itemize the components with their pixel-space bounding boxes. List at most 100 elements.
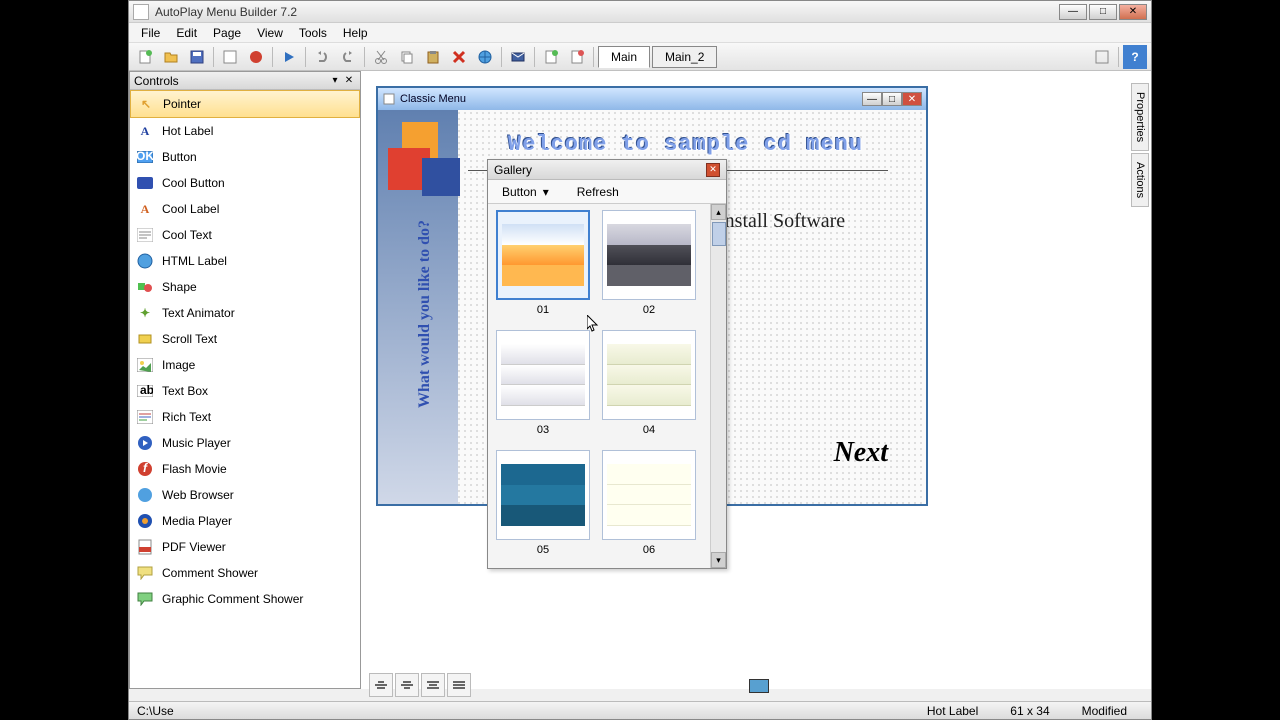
gallery-thumb-02[interactable] [602,210,696,300]
control-comment-shower[interactable]: Comment Shower [130,560,360,586]
gallery-thumb-06[interactable] [602,450,696,540]
control-music-player[interactable]: Music Player [130,430,360,456]
scroll-up-icon[interactable]: ▴ [711,204,726,220]
minimize-button[interactable]: — [1059,4,1087,20]
control-scroll-text[interactable]: Scroll Text [130,326,360,352]
tab-main2[interactable]: Main_2 [652,46,717,68]
install-label[interactable]: Install Software [718,210,845,233]
toolbar: Main Main_2 ? [129,43,1151,71]
canvas-area: Classic Menu — □ ✕ Welcome to sample cd … [361,71,1151,689]
email-button[interactable] [506,45,530,69]
gallery-close-icon[interactable]: ✕ [706,163,720,177]
design-maximize[interactable]: □ [882,92,902,106]
welcome-label[interactable]: Welcome to sample cd menu [508,132,863,157]
control-cool-label[interactable]: ACool Label [130,196,360,222]
controls-panel-title: Controls [134,74,179,88]
gallery-thumb-05[interactable] [496,450,590,540]
monitor-icon[interactable] [749,679,769,693]
design-close[interactable]: ✕ [902,92,922,106]
tab-properties[interactable]: Properties [1131,83,1149,151]
control-button[interactable]: OKButton [130,144,360,170]
control-cool-button[interactable]: Cool Button [130,170,360,196]
gallery-toolbar: Button ▾ Refresh [488,180,726,204]
redo-button[interactable] [336,45,360,69]
help-button[interactable]: ? [1123,45,1147,69]
copy-button[interactable] [395,45,419,69]
align-center-button[interactable] [395,673,419,697]
pin-icon[interactable]: ▾ [328,74,342,88]
gallery-title: Gallery [494,163,706,177]
gallery-thumb-03[interactable] [496,330,590,420]
control-flash-movie[interactable]: fFlash Movie [130,456,360,482]
design-title: Classic Menu [400,93,862,105]
menu-edit[interactable]: Edit [168,24,205,42]
menu-file[interactable]: File [133,24,168,42]
status-state: Modified [1082,704,1127,718]
undo-button[interactable] [310,45,334,69]
menu-view[interactable]: View [249,24,291,42]
control-media-player[interactable]: Media Player [130,508,360,534]
gallery-dropdown[interactable]: Button ▾ [496,183,555,201]
scroll-down-icon[interactable]: ▾ [711,552,726,568]
globe-button[interactable] [473,45,497,69]
scroll-thumb[interactable] [712,222,726,246]
control-pointer[interactable]: ↖Pointer [130,90,360,118]
control-html-label[interactable]: HTML Label [130,248,360,274]
align-right-button[interactable] [421,673,445,697]
svg-text:ab: ab [140,385,153,397]
control-web-browser[interactable]: Web Browser [130,482,360,508]
maximize-button[interactable]: □ [1089,4,1117,20]
svg-text:OK: OK [137,151,153,163]
paste-button[interactable] [421,45,445,69]
new-button[interactable] [133,45,157,69]
tab-actions[interactable]: Actions [1131,153,1149,207]
statusbar: C:\Use Hot Label 61 x 34 Modified [129,701,1151,719]
gallery-thumb-01[interactable] [496,210,590,300]
delete-button[interactable] [447,45,471,69]
gallery-header[interactable]: Gallery ✕ [488,160,726,180]
remove-page-button[interactable] [565,45,589,69]
add-page-button[interactable] [539,45,563,69]
control-text-animator[interactable]: ✦Text Animator [130,300,360,326]
gallery-scrollbar[interactable]: ▴ ▾ [710,204,726,568]
control-cool-text[interactable]: Cool Text [130,222,360,248]
chevron-down-icon: ▾ [543,185,549,199]
open-button[interactable] [159,45,183,69]
gallery-body: 01 02 03 04 05 06 ▴ ▾ [488,204,726,568]
control-image[interactable]: Image [130,352,360,378]
next-label[interactable]: Next [834,437,888,469]
control-hot-label[interactable]: AHot Label [130,118,360,144]
align-justify-button[interactable] [447,673,471,697]
app-title: AutoPlay Menu Builder 7.2 [155,5,1059,19]
gallery-thumb-04[interactable] [602,330,696,420]
menubar: File Edit Page View Tools Help [129,23,1151,43]
cut-button[interactable] [369,45,393,69]
status-element: Hot Label [927,704,978,718]
control-graphic-comment-shower[interactable]: Graphic Comment Shower [130,586,360,612]
preview-button[interactable] [218,45,242,69]
menu-page[interactable]: Page [205,24,249,42]
panel-close-icon[interactable]: ✕ [342,74,356,88]
menu-tools[interactable]: Tools [291,24,335,42]
control-pdf-viewer[interactable]: PDF Viewer [130,534,360,560]
close-button[interactable]: ✕ [1119,4,1147,20]
design-minimize[interactable]: — [862,92,882,106]
save-button[interactable] [185,45,209,69]
controls-panel-header: Controls ▾ ✕ [130,72,360,90]
vertical-question-label[interactable]: What would you like to do? [416,220,434,408]
run-button[interactable] [277,45,301,69]
expand-button[interactable] [1090,45,1114,69]
control-rich-text[interactable]: Rich Text [130,404,360,430]
right-dock-tabs: Properties Actions [1131,83,1151,209]
gallery-panel: Gallery ✕ Button ▾ Refresh 01 02 03 04 0… [487,159,727,569]
logo-square-blue [422,158,460,196]
gallery-refresh[interactable]: Refresh [571,183,625,201]
control-text-box[interactable]: abText Box [130,378,360,404]
align-left-button[interactable] [369,673,393,697]
tab-main[interactable]: Main [598,46,650,68]
design-titlebar: Classic Menu — □ ✕ [378,88,926,110]
control-shape[interactable]: Shape [130,274,360,300]
menu-help[interactable]: Help [335,24,376,42]
app-icon [133,4,149,20]
stop-button[interactable] [244,45,268,69]
